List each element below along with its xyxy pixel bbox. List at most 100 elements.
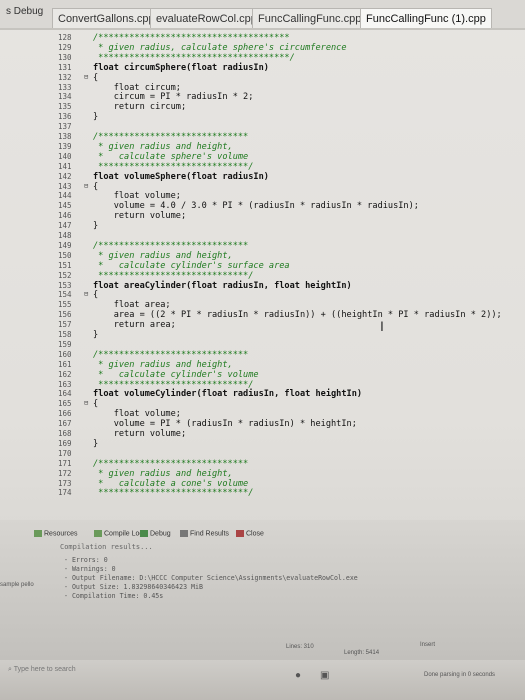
code-line[interactable]: float volumeSphere(float radiusIn)	[93, 172, 269, 182]
tab-evaluaterowcol[interactable]: evaluateRowCol.cpp	[150, 8, 263, 28]
fold-toggle-icon[interactable]: ⊟	[84, 399, 88, 407]
line-gutter: 128 129 130 131 132 133 134 135 136 137 138 139 140 1…	[58, 30, 92, 520]
taskbar-search[interactable]: ⌕ Type here to search	[8, 666, 76, 674]
code-line[interactable]: float circum;	[93, 83, 181, 93]
code-line[interactable]: * given radius, calculate sphere's circu…	[93, 43, 346, 53]
code-line[interactable]: * calculate cylinder's surface area	[93, 261, 289, 271]
output-line: - Output Filename: D:\HCCC Computer Scie…	[64, 574, 358, 582]
code-line[interactable]: * given radius and height,	[93, 142, 233, 152]
code-line[interactable]: area = ((2 * PI * radiusIn * radiusIn)) …	[93, 310, 502, 320]
code-line[interactable]: volume = 4.0 / 3.0 * PI * (radiusIn * ra…	[93, 201, 419, 211]
tab-debug[interactable]: Debug	[140, 530, 171, 537]
window-icon[interactable]: ▣	[320, 670, 329, 681]
line-number: 170	[58, 448, 72, 458]
code-line[interactable]: return circum;	[93, 102, 186, 112]
tab-funccallingfunc[interactable]: FuncCallingFunc.cpp	[252, 8, 368, 28]
side-label: sample pello	[0, 582, 34, 588]
code-line[interactable]: * calculate cylinder's volume	[93, 370, 258, 380]
code-line[interactable]: float areaCylinder(float radiusIn, float…	[93, 281, 352, 291]
line-number: 142	[58, 171, 72, 181]
line-number: 156	[58, 310, 72, 320]
code-line[interactable]: *****************************/	[93, 271, 253, 281]
tab-find-results[interactable]: Find Results	[180, 530, 229, 537]
code-line[interactable]: *****************************/	[93, 162, 253, 172]
compilation-results-title: Compilation results...	[60, 543, 153, 551]
line-number: 167	[58, 419, 72, 429]
line-number: 146	[58, 211, 72, 221]
line-number: 136	[58, 112, 72, 122]
code-editor[interactable]: 128 129 130 131 132 133 134 135 136 137 138 139 140 1…	[0, 30, 525, 520]
line-number: 157	[58, 320, 72, 330]
tab-convertgallons[interactable]: ConvertGallons.cpp	[52, 8, 161, 28]
output-line: - Warnings: 0	[64, 565, 116, 573]
code-line[interactable]: * given radius and height,	[93, 251, 233, 261]
code-line[interactable]: *****************************/	[93, 380, 253, 390]
tab-debug-label: Debug	[150, 530, 171, 538]
code-line[interactable]: float volume;	[93, 191, 181, 201]
tab-resources[interactable]: Resources	[34, 530, 77, 537]
menu-debug[interactable]: s Debug	[6, 6, 43, 17]
code-line[interactable]: {	[93, 290, 98, 300]
line-number: 141	[58, 161, 72, 171]
code-line[interactable]: return area;	[93, 320, 176, 330]
status-length: Length: 5414	[344, 650, 380, 656]
line-number: 128	[58, 33, 72, 42]
code-line[interactable]: float circumSphere(float radiusIn)	[93, 63, 269, 73]
output-line: - Errors: 0	[64, 556, 108, 564]
line-number: 164	[58, 389, 72, 399]
code-line[interactable]: * calculate a cone's volume	[93, 479, 248, 489]
tab-close-label: Close	[246, 530, 264, 538]
code-line[interactable]: *****************************/	[93, 488, 253, 498]
line-number: 172	[58, 468, 72, 478]
code-line[interactable]: }	[93, 112, 98, 122]
code-line[interactable]: /*************************************	[93, 33, 290, 43]
parse-status: Done parsing in 0 seconds	[424, 672, 496, 678]
line-number: 174	[58, 488, 72, 498]
code-line[interactable]: volume = PI * (radiusIn * radiusIn) * he…	[93, 419, 357, 429]
code-line[interactable]: float area;	[93, 300, 171, 310]
status-insert: Insert	[420, 642, 436, 648]
code-line[interactable]: /*****************************	[93, 132, 248, 142]
line-number: 163	[58, 379, 72, 389]
tab-bar: s Debug ConvertGallons.cpp evaluateRowCo…	[0, 0, 525, 30]
code-line[interactable]: {	[93, 399, 98, 409]
line-number: 134	[58, 92, 72, 102]
line-number: 173	[58, 478, 72, 488]
text-cursor-icon: I	[380, 318, 384, 334]
code-line[interactable]: * calculate sphere's volume	[93, 152, 248, 162]
fold-toggle-icon[interactable]: ⊟	[84, 290, 88, 298]
line-number: 144	[58, 191, 72, 201]
code-line[interactable]: }	[93, 330, 98, 340]
tab-funccallingfunc-1[interactable]: FuncCallingFunc (1).cpp	[360, 8, 492, 28]
status-lines: Lines: 310	[286, 644, 314, 650]
line-number: 147	[58, 221, 72, 231]
fold-toggle-icon[interactable]: ⊟	[84, 182, 88, 190]
app-icon[interactable]: ●	[295, 670, 301, 681]
code-line[interactable]: return volume;	[93, 211, 186, 221]
code-line[interactable]: circum = PI * radiusIn * 2;	[93, 92, 254, 102]
code-line[interactable]: * given radius and height,	[93, 469, 233, 479]
code-line[interactable]: {	[93, 182, 98, 192]
tab-find-results-label: Find Results	[190, 530, 229, 538]
code-line[interactable]: /*****************************	[93, 241, 248, 251]
line-number: 162	[58, 369, 72, 379]
fold-toggle-icon[interactable]: ⊟	[84, 73, 88, 81]
code-line[interactable]: float volume;	[93, 409, 181, 419]
code-line[interactable]: }	[93, 439, 98, 449]
code-line[interactable]: /*****************************	[93, 350, 248, 360]
code-line[interactable]: return volume;	[93, 429, 186, 439]
tab-compile-log-label: Compile Log	[104, 530, 144, 538]
code-line[interactable]: {	[93, 73, 98, 83]
tab-compile-log[interactable]: Compile Log	[94, 530, 143, 537]
code-line[interactable]: *************************************/	[93, 53, 295, 63]
search-placeholder: Type here to search	[13, 666, 76, 673]
line-number: 151	[58, 260, 72, 270]
tab-close[interactable]: Close	[236, 530, 264, 537]
code-line[interactable]: /*****************************	[93, 459, 248, 469]
code-line[interactable]: * given radius and height,	[93, 360, 233, 370]
code-line[interactable]: }	[93, 221, 98, 231]
line-number: 149	[58, 240, 72, 250]
code-line[interactable]: float volumeCylinder(float radiusIn, flo…	[93, 389, 362, 399]
line-number: 145	[58, 201, 72, 211]
line-number: 129	[58, 42, 72, 52]
